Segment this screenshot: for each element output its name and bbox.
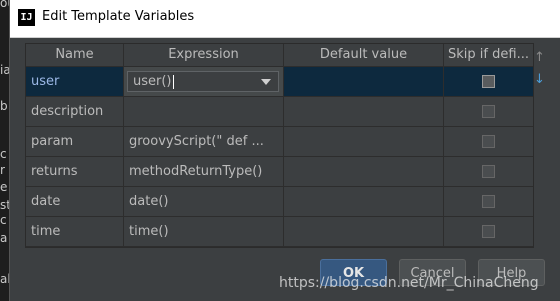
skip-if-defined-checkbox[interactable] — [482, 225, 495, 238]
chevron-down-icon[interactable] — [261, 79, 271, 85]
template-variables-table: Name Expression Default value Skip if de… — [25, 43, 534, 248]
default-value-cell[interactable] — [284, 97, 444, 126]
variable-name-cell[interactable]: description — [26, 97, 124, 126]
default-value-cell[interactable] — [284, 67, 444, 96]
skip-if-defined-cell — [444, 127, 533, 156]
expression-cell[interactable]: date() — [124, 187, 284, 216]
expression-combobox[interactable]: user() — [127, 71, 279, 92]
dialog-title: Edit Template Variables — [42, 9, 195, 24]
default-value-cell[interactable] — [284, 187, 444, 216]
variable-name-cell[interactable]: user — [26, 67, 124, 96]
variable-name-cell[interactable]: param — [26, 127, 124, 156]
watermark-text: https://blog.csdn.net/Mr_ChinaCheng — [279, 275, 539, 291]
text-caret — [172, 74, 174, 89]
skip-if-defined-checkbox[interactable] — [482, 165, 495, 178]
skip-if-defined-checkbox[interactable] — [482, 75, 495, 88]
expression-editor[interactable]: user() — [124, 67, 284, 96]
column-header-skip-if-defined[interactable]: Skip if defi... — [444, 44, 533, 66]
column-header-name[interactable]: Name — [26, 44, 124, 66]
skip-if-defined-cell — [444, 217, 533, 246]
skip-if-defined-cell — [444, 67, 533, 96]
skip-if-defined-cell — [444, 187, 533, 216]
skip-if-defined-cell — [444, 97, 533, 126]
default-value-cell[interactable] — [284, 157, 444, 186]
variable-name-cell[interactable]: time — [26, 217, 124, 246]
expression-input-text: user() — [133, 74, 172, 89]
skip-if-defined-checkbox[interactable] — [482, 105, 495, 118]
skip-if-defined-cell — [444, 157, 533, 186]
expression-cell[interactable]: methodReturnType() — [124, 157, 284, 186]
variable-name-cell[interactable]: returns — [26, 157, 124, 186]
move-down-arrow-icon[interactable]: ↓ — [534, 72, 545, 87]
table-row[interactable]: date date() — [26, 187, 533, 217]
dialog-titlebar[interactable]: IJ Edit Template Variables — [10, 0, 560, 38]
expression-cell[interactable] — [124, 97, 284, 126]
variable-name-cell[interactable]: date — [26, 187, 124, 216]
table-row[interactable]: description — [26, 97, 533, 127]
table-header: Name Expression Default value Skip if de… — [26, 44, 533, 67]
edit-template-variables-dialog: IJ Edit Template Variables Name Expressi… — [9, 0, 560, 301]
table-row[interactable]: param groovyScript(" def ... — [26, 127, 533, 157]
move-up-arrow-icon[interactable]: ↑ — [534, 50, 545, 65]
default-value-cell[interactable] — [284, 127, 444, 156]
skip-if-defined-checkbox[interactable] — [482, 195, 495, 208]
expression-cell[interactable]: groovyScript(" def ... — [124, 127, 284, 156]
table-row[interactable]: returns methodReturnType() — [26, 157, 533, 187]
column-header-expression[interactable]: Expression — [124, 44, 284, 66]
default-value-cell[interactable] — [284, 217, 444, 246]
skip-if-defined-checkbox[interactable] — [482, 135, 495, 148]
expression-cell[interactable]: time() — [124, 217, 284, 246]
table-row[interactable]: time time() — [26, 217, 533, 247]
column-header-default-value[interactable]: Default value — [284, 44, 444, 66]
intellij-icon: IJ — [18, 9, 35, 26]
table-row[interactable]: user user() — [26, 67, 533, 97]
